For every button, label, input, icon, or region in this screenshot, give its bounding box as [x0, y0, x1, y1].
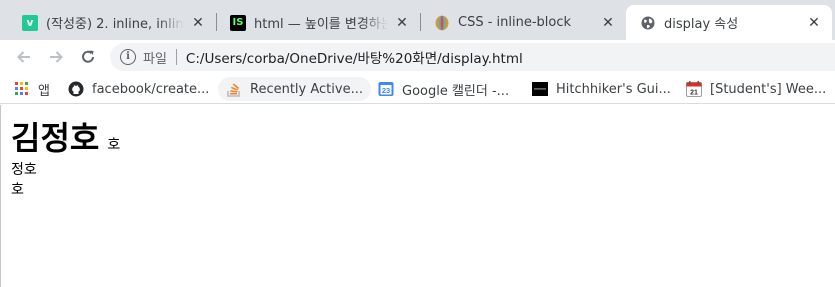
- bookmark-label: facebook/create...: [92, 81, 210, 97]
- info-icon[interactable]: i: [120, 49, 136, 65]
- url-text[interactable]: C:/Users/corba/OneDrive/바탕%20화면/display.…: [186, 47, 523, 67]
- stackoverflow-icon: [226, 81, 242, 97]
- css-globe-icon: [434, 15, 450, 31]
- bookmark-label: Hitchhiker's Gui...: [556, 81, 671, 97]
- bookmark-students-week[interactable]: 21 [Student's] Wee...: [686, 77, 826, 101]
- close-icon[interactable]: ✕: [600, 15, 616, 31]
- bookmark-apps[interactable]: 앱: [14, 77, 50, 101]
- reload-icon: [82, 50, 94, 63]
- close-icon[interactable]: ✕: [394, 15, 410, 31]
- text-line-2: 정호: [11, 162, 37, 178]
- tab-title: display 속성: [664, 17, 739, 32]
- forward-button[interactable]: [44, 45, 68, 69]
- bookmark-label: Recently Active...: [250, 81, 363, 97]
- bookmark-recently-active[interactable]: Recently Active...: [218, 77, 371, 101]
- calendar-icon: 21: [686, 81, 702, 97]
- tab-title: (작성중) 2. inline, inline-block: [46, 13, 184, 32]
- close-icon[interactable]: ✕: [806, 15, 822, 31]
- back-arrow-icon: [17, 51, 30, 63]
- svg-text:21: 21: [690, 90, 698, 97]
- globe-icon: [640, 15, 656, 31]
- bookmark-google-calendar[interactable]: 23 Google 캘린더 -...: [378, 77, 509, 101]
- bookmarks-bar: 앱 facebook/create... Recently Active...: [0, 74, 835, 104]
- page-viewport: 김정호 호 정호 호: [0, 105, 835, 287]
- tab-title: CSS - inline-block: [458, 15, 572, 30]
- bookmark-label: [Student's] Wee...: [710, 81, 827, 97]
- close-icon[interactable]: ✕: [190, 15, 206, 31]
- intellij-icon: IS: [230, 14, 246, 31]
- omnibox-divider: [175, 49, 177, 65]
- forward-arrow-icon: [50, 51, 63, 63]
- inline-small-text: 호: [107, 137, 121, 153]
- tab-velog[interactable]: v (작성중) 2. inline, inline-block ✕: [8, 5, 216, 40]
- google-calendar-icon: 23: [378, 81, 394, 97]
- tab-display-property[interactable]: display 속성 ✕: [626, 5, 832, 40]
- address-bar[interactable]: i 파일 C:/Users/corba/OneDrive/바탕%20화면/dis…: [110, 43, 835, 71]
- tab-title: html — 높이를 변경하는 방법: [254, 13, 388, 32]
- big-name-text: 김정호: [11, 119, 100, 157]
- github-icon: [68, 81, 84, 97]
- apps-grid-icon: [14, 81, 30, 97]
- reload-button[interactable]: [76, 45, 100, 69]
- tab-css-inline-block[interactable]: CSS - inline-block ✕: [420, 5, 626, 40]
- back-button[interactable]: [12, 45, 36, 69]
- tab-html-height[interactable]: IS html — 높이를 변경하는 방법 ✕: [216, 5, 420, 40]
- velog-icon: v: [22, 14, 38, 31]
- hitchhiker-icon: [532, 81, 548, 97]
- heading-line: 김정호 호: [11, 113, 120, 159]
- bookmark-label: 앱: [38, 83, 50, 99]
- bookmark-label: Google 캘린더 -...: [402, 83, 510, 99]
- bookmark-hitchhikers-guide[interactable]: Hitchhiker's Gui...: [532, 77, 671, 101]
- toolbar: i 파일 C:/Users/corba/OneDrive/바탕%20화면/dis…: [0, 40, 835, 74]
- tab-strip: v (작성중) 2. inline, inline-block ✕ IS htm…: [0, 0, 835, 40]
- svg-text:23: 23: [382, 86, 390, 95]
- bookmark-facebook-create[interactable]: facebook/create...: [68, 77, 209, 101]
- text-line-3: 호: [11, 182, 24, 198]
- scheme-label: 파일: [143, 51, 167, 67]
